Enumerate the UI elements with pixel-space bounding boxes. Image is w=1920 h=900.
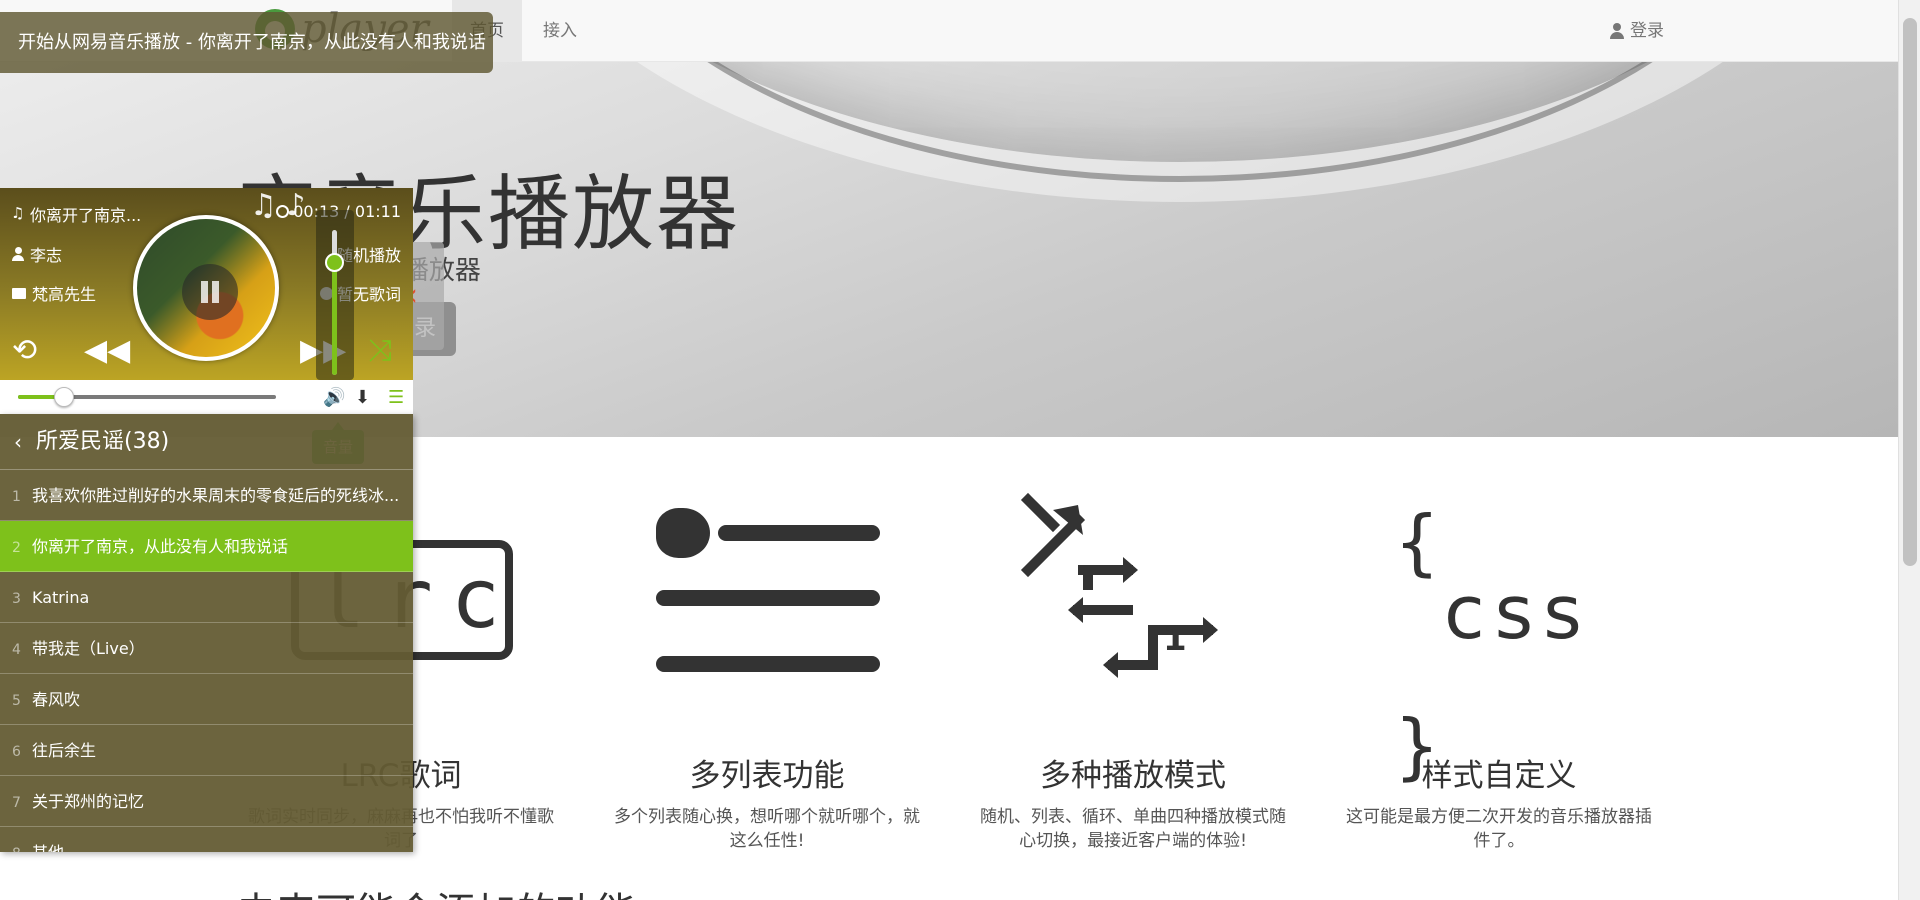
- track-number: 6: [12, 744, 21, 760]
- playlist-item[interactable]: 2 你离开了南京，从此没有人和我说话: [0, 521, 413, 572]
- artist-icon: [12, 247, 24, 261]
- track-number: 4: [12, 642, 21, 658]
- playlist-item[interactable]: 8其他: [0, 827, 413, 852]
- progress-row: 🔊 ⬇ ☰: [0, 380, 413, 414]
- playlist-items: 1 我喜欢你胜过削好的水果周末的零食延后的死线冰... 2 你离开了南京，从此没有人和…: [0, 470, 413, 852]
- artist-row: 李志: [12, 242, 62, 266]
- list-icon: [602, 490, 932, 730]
- feature-multilist: 多列表功能 多个列表随心换，想听哪个就听哪个，就这么任性!: [602, 490, 932, 853]
- playlist-title: 所爱民谣(38): [36, 428, 170, 454]
- playlist-panel: ‹ 所爱民谣(38) 1 我喜欢你胜过削好的水果周末的零食延后的死线冰... 2 你离…: [0, 414, 413, 852]
- playlist-item[interactable]: 7 关于郑州的记忆: [0, 776, 413, 827]
- future-features-heading: 未来可能会添加的功能: [236, 880, 636, 900]
- track-number: 8: [12, 829, 32, 852]
- play-mode-icon-graphic: 1: [1020, 492, 1218, 678]
- track-title: 我喜欢你胜过削好的水果周末的零食延后的死线冰...: [32, 486, 400, 505]
- album-name: 梵高先生: [32, 285, 97, 304]
- playlist-item[interactable]: 5 春风吹: [0, 674, 413, 725]
- track-title: 其他: [32, 843, 64, 852]
- css-icon-braces: { }: [1394, 500, 1440, 788]
- user-icon: [1610, 23, 1624, 39]
- pause-icon[interactable]: [182, 264, 238, 320]
- song-title: 你离开了南京...: [30, 206, 142, 225]
- track-number: 1: [12, 489, 21, 505]
- feature-desc: 这可能是最方便二次开发的音乐播放器插件了。: [1346, 807, 1652, 851]
- track-title: Katrina: [32, 588, 90, 607]
- nav-login[interactable]: 登录: [1592, 0, 1682, 62]
- playlist-item[interactable]: 6 往后余生: [0, 725, 413, 776]
- css-icon: { } css: [1334, 490, 1664, 782]
- download-icon[interactable]: ⬇: [355, 387, 370, 408]
- back-chevron-icon[interactable]: ‹: [14, 414, 22, 470]
- list-icon-bar: [718, 525, 880, 541]
- list-icon-dot: [656, 508, 710, 558]
- volume-icon[interactable]: 🔊: [323, 387, 345, 408]
- floating-notes-icon: ♫ ♪: [250, 188, 306, 223]
- track-title: 关于郑州的记忆: [32, 792, 145, 811]
- login-label: 登录: [1630, 21, 1664, 41]
- track-title: 你离开了南京，从此没有人和我说话: [32, 537, 289, 556]
- track-number: 3: [12, 591, 21, 607]
- hero-vinyl-ring: [560, 62, 1800, 182]
- feature-desc: 多个列表随心换，想听哪个就听哪个，就这么任性!: [614, 807, 920, 851]
- shuffle-icon[interactable]: ⤨: [368, 333, 392, 368]
- feature-title: 多列表功能: [689, 758, 845, 794]
- play-mode-icon: 1: [968, 490, 1298, 730]
- previous-icon[interactable]: ◀◀: [84, 333, 130, 368]
- playlist-item[interactable]: 3 Katrina: [0, 572, 413, 623]
- menu-icon[interactable]: ☰: [388, 387, 404, 408]
- track-number: 5: [12, 693, 21, 709]
- repeat-icon[interactable]: ⟲: [12, 333, 37, 368]
- playlist-item[interactable]: 1 我喜欢你胜过削好的水果周末的零食延后的死线冰...: [0, 470, 413, 521]
- feature-desc: 随机、列表、循环、单曲四种播放模式随心切换，最接近客户端的体验!: [980, 807, 1286, 851]
- feature-title: 多种播放模式: [1040, 758, 1226, 794]
- track-number: 2: [12, 540, 21, 556]
- track-title: 带我走（Live）: [32, 639, 145, 658]
- folder-icon: [12, 287, 26, 299]
- volume-fill: [332, 261, 337, 375]
- artist-name: 李志: [30, 246, 63, 265]
- repeat-one-label: 1: [1163, 619, 1187, 659]
- track-title: 往后余生: [32, 741, 97, 760]
- feature-play-modes: 1 多种播放模式 随机、列表、循环、单曲四种播放模式随心切换，最接近客户端的体验…: [968, 490, 1298, 853]
- progress-knob[interactable]: [54, 387, 75, 407]
- track-title: 春风吹: [32, 690, 81, 709]
- feature-title: 样式自定义: [1421, 758, 1577, 794]
- nav-access[interactable]: 接入: [525, 0, 595, 62]
- music-note-icon: [11, 204, 24, 222]
- feature-custom-style: { } css 样式自定义 这可能是最方便二次开发的音乐播放器插件了。: [1334, 490, 1664, 853]
- volume-slider[interactable]: [316, 210, 354, 380]
- css-icon-text: css: [1444, 570, 1592, 656]
- page-scrollbar[interactable]: [1898, 0, 1920, 900]
- song-title-row: 你离开了南京...: [11, 202, 142, 226]
- playlist-header: ‹ 所爱民谣(38): [0, 414, 413, 470]
- track-number: 7: [12, 795, 21, 811]
- list-icon-bar: [656, 656, 880, 672]
- list-icon-bar: [656, 590, 880, 606]
- album-row: 梵高先生: [12, 281, 96, 305]
- volume-knob[interactable]: [325, 252, 344, 272]
- album-cover[interactable]: [133, 215, 279, 361]
- now-playing-toast: 开始从网易音乐播放 - 你离开了南京，从此没有人和我说话: [0, 12, 493, 73]
- playlist-item[interactable]: 4 带我走（Live）: [0, 623, 413, 674]
- scrollbar-thumb[interactable]: [1903, 18, 1917, 566]
